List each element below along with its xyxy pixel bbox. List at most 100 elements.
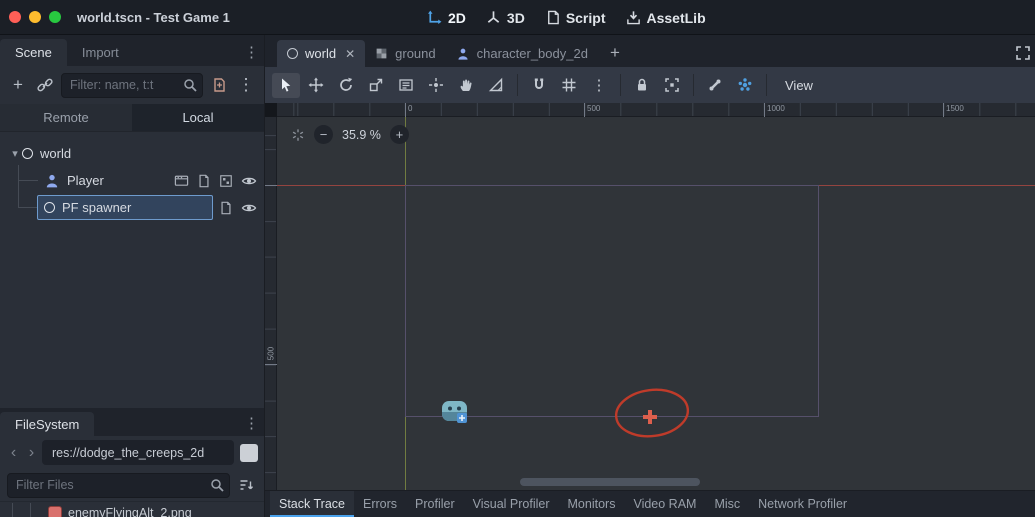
search-icon [209, 477, 225, 493]
file-filter-wrap [7, 472, 230, 498]
tab-errors[interactable]: Errors [354, 491, 406, 517]
scene-tab-character-body-2d[interactable]: character_body_2d [446, 40, 598, 67]
workspace-2d-button[interactable]: 2D [420, 5, 473, 31]
tree-row-world[interactable]: ▾ world [0, 140, 264, 167]
filesystem-tabbar: FileSystem ⋮ [0, 408, 264, 436]
file-name: enemyFlyingAlt_2.png [68, 506, 192, 517]
lock-object-button[interactable] [628, 73, 656, 98]
skeleton-bone-icon[interactable] [701, 73, 729, 98]
ruler-mode-button[interactable] [482, 73, 510, 98]
nav-back-icon[interactable]: ‹ [6, 444, 21, 461]
zoom-out-button[interactable]: − [314, 125, 333, 144]
close-button[interactable] [9, 11, 21, 23]
ruler-top: 0 500 1000 1500 [277, 103, 1035, 117]
window-title: world.tscn - Test Game 1 [77, 9, 230, 25]
tree-guide-line [12, 503, 13, 517]
player-row-badges [174, 167, 257, 194]
tab-monitors[interactable]: Monitors [559, 491, 625, 517]
sort-files-button[interactable] [235, 474, 257, 496]
tab-filesystem[interactable]: FileSystem [0, 412, 95, 436]
window-controls [0, 11, 71, 23]
tree-row-player[interactable]: Player [0, 167, 264, 194]
remote-button[interactable]: Remote [0, 104, 132, 132]
workspace-script-button[interactable]: Script [538, 5, 613, 31]
titlebar: world.tscn - Test Game 1 2D 3D Script As… [0, 0, 1035, 35]
filesystem-menu-icon[interactable]: ⋮ [244, 414, 259, 432]
node-icon [22, 148, 33, 159]
script-icon[interactable] [197, 174, 211, 188]
viewport-canvas[interactable]: − 35.9 % + [277, 117, 1035, 490]
ruler-label: 0 [408, 104, 413, 113]
horizontal-scrollbar[interactable] [520, 478, 700, 486]
add-node-button[interactable]: + [7, 74, 29, 96]
nav-forward-icon[interactable]: › [24, 444, 39, 461]
workspace-label: 3D [506, 9, 525, 26]
ruler-tick [265, 364, 277, 365]
workspace-assetlib-button[interactable]: AssetLib [619, 5, 713, 31]
workspace-label: 2D [448, 9, 466, 26]
add-scene-tab-button[interactable]: + [610, 43, 620, 63]
select-mode-button[interactable] [272, 72, 300, 98]
search-icon [182, 77, 198, 93]
character-body-2d-icon [456, 47, 470, 61]
tab-video-ram[interactable]: Video RAM [624, 491, 705, 517]
tab-import[interactable]: Import [67, 39, 134, 66]
file-list: enemyFlyingAlt_2.png [0, 501, 264, 517]
smart-snap-button[interactable] [525, 73, 553, 98]
tileset-icon [375, 47, 388, 60]
tab-profiler[interactable]: Profiler [406, 491, 464, 517]
pivot-mode-button[interactable] [422, 73, 450, 98]
group-object-button[interactable] [658, 73, 686, 98]
minimize-button[interactable] [29, 11, 41, 23]
scene-instance-icon[interactable] [174, 173, 189, 188]
workspace-label: Script [565, 9, 606, 26]
close-icon[interactable]: ✕ [345, 47, 355, 61]
scale-mode-button[interactable] [362, 73, 390, 98]
group-children-icon[interactable] [219, 174, 233, 188]
scene-tree-menu-icon[interactable]: ⋮ [235, 74, 257, 96]
grid-snap-button[interactable] [555, 73, 583, 98]
file-filter-input[interactable] [7, 472, 230, 498]
ruler-tick [265, 185, 277, 186]
move-mode-button[interactable] [302, 73, 330, 98]
toolbar-divider [517, 74, 518, 96]
scene-dock-menu-icon[interactable]: ⋮ [244, 43, 259, 61]
visibility-eye-icon[interactable] [241, 173, 257, 189]
zoom-in-button[interactable]: + [389, 125, 409, 144]
breadcrumb[interactable]: res://dodge_the_creeps_2d [42, 440, 234, 465]
view-menu-button[interactable]: View [774, 73, 824, 98]
enemy-sprite[interactable] [441, 397, 468, 424]
ruler-tick [584, 103, 585, 117]
tab-network-profiler[interactable]: Network Profiler [749, 491, 856, 517]
tab-scene[interactable]: Scene [0, 39, 67, 66]
tab-visual-profiler[interactable]: Visual Profiler [464, 491, 559, 517]
list-select-button[interactable] [392, 73, 420, 98]
node-icon [44, 202, 55, 213]
list-item-file[interactable]: enemyFlyingAlt_2.png [0, 503, 264, 517]
ruler-label: 500 [266, 346, 276, 361]
local-button[interactable]: Local [132, 104, 264, 132]
zoom-percentage[interactable]: 35.9 % [342, 128, 381, 142]
toggle-split-mode-button[interactable] [240, 443, 258, 462]
rotate-mode-button[interactable] [332, 73, 360, 98]
attach-script-button[interactable] [208, 74, 230, 96]
visibility-eye-icon[interactable] [241, 200, 257, 216]
tab-stack-trace[interactable]: Stack Trace [270, 491, 354, 517]
snapping-options-icon[interactable]: ⋮ [585, 73, 613, 98]
viewport-toolbar: ⋮ View [265, 67, 1035, 103]
scene-tab-world[interactable]: world ✕ [277, 40, 366, 67]
script-icon[interactable] [219, 201, 233, 215]
skeleton-options-icon[interactable] [731, 73, 759, 98]
instance-scene-button[interactable] [34, 74, 56, 96]
assetlib-icon [626, 10, 641, 25]
distraction-free-icon[interactable] [1015, 45, 1031, 61]
filesystem-breadcrumb-row: ‹ › res://dodge_the_creeps_2d [0, 436, 264, 469]
scene-tab-ground[interactable]: ground [365, 40, 445, 67]
collapse-caret-icon[interactable]: ▾ [8, 147, 22, 160]
pan-mode-button[interactable] [452, 73, 480, 98]
tab-misc[interactable]: Misc [705, 491, 749, 517]
zoom-button[interactable] [49, 11, 61, 23]
ruler-tick [943, 103, 944, 117]
tree-row-pf-spawner[interactable]: PF spawner [0, 194, 264, 221]
workspace-3d-button[interactable]: 3D [479, 5, 532, 31]
